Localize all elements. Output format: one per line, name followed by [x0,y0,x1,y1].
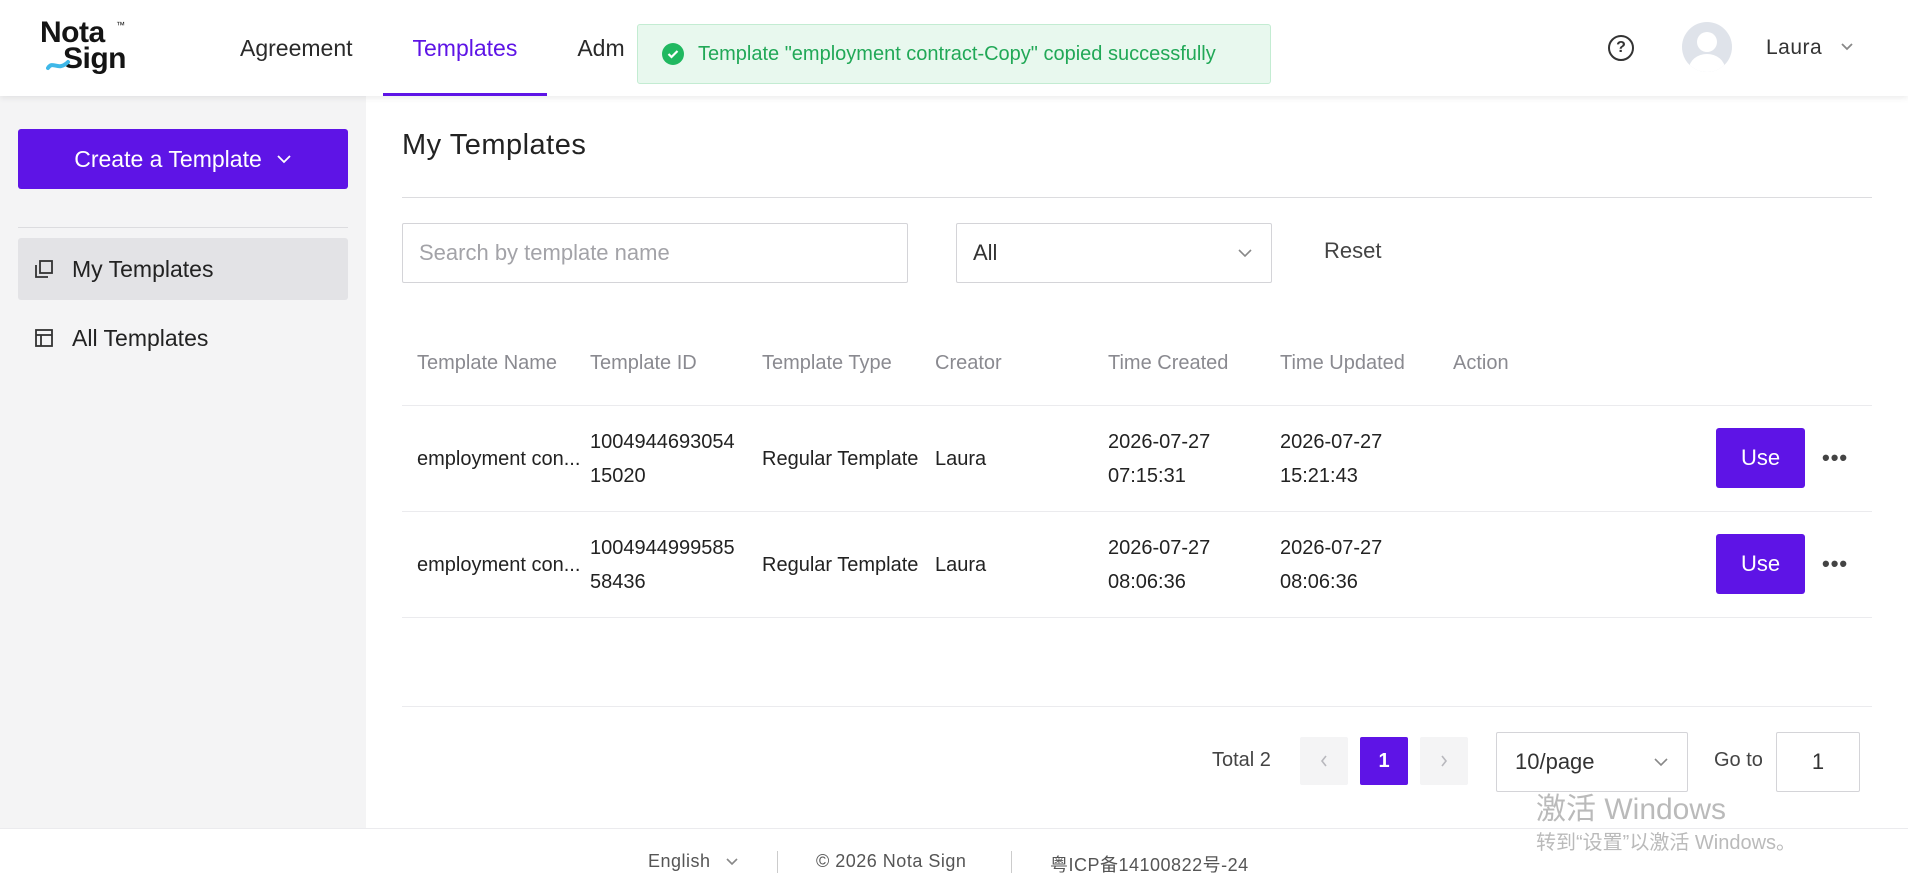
language-label: English [648,851,711,871]
toast-message: Template "employment contract-Copy" copi… [698,42,1216,65]
cell-time-created: 2026-07-27 07:15:31 [1108,425,1210,493]
template-id-line2: 58436 [590,571,646,593]
chevron-down-icon [277,155,291,164]
cell-template-name[interactable]: employment con... [417,548,580,582]
title-divider [402,197,1872,198]
use-button[interactable]: Use [1716,428,1805,488]
page-size-select[interactable]: 10/page [1496,732,1688,792]
avatar-head-shape [1697,32,1717,52]
check-circle-icon [662,43,684,65]
success-toast: Template "employment contract-Copy" copi… [637,24,1271,84]
chevron-right-icon [1441,755,1448,767]
logo-trademark: ™ [116,20,125,30]
updated-date: 2026-07-27 [1280,431,1383,453]
cell-template-type: Regular Template [762,448,919,470]
select-value: All [973,240,998,265]
chevron-down-icon[interactable] [1840,42,1854,52]
more-options-icon[interactable]: ••• [1822,447,1848,469]
more-options-icon[interactable]: ••• [1822,553,1848,575]
cell-creator: Laura [935,554,987,576]
footer-icp-link[interactable]: 粤ICP备14100822号-24 [1050,851,1249,877]
sidebar-item-label: My Templates [72,255,214,282]
cell-time-updated: 2026-07-27 15:21:43 [1280,425,1382,493]
created-time: 08:06:36 [1108,571,1186,593]
main-nav: Agreement Templates Adm [240,0,655,96]
col-time-created: Time Created [1108,352,1229,374]
pagination-next-button[interactable] [1420,737,1468,785]
cell-template-name[interactable]: employment con... [417,442,580,476]
chevron-down-icon [1238,249,1252,258]
windows-activation-watermark-subtitle: 转到“设置”以激活 Windows。 [1536,832,1797,854]
updated-time: 08:06:36 [1280,571,1358,593]
template-id-line1: 1004944693054 [590,431,735,453]
footer-separator [1011,851,1012,873]
cell-creator: Laura [935,448,987,470]
footer-separator [777,851,778,873]
cell-template-type: Regular Template [762,554,919,576]
reset-button[interactable]: Reset [1324,238,1381,264]
table-row: employment con... 1004944693054 15020 Re… [402,406,1872,512]
col-template-name: Template Name [417,352,558,374]
col-template-id: Template ID [590,352,697,374]
goto-label: Go to [1714,749,1763,771]
sidebar-item-label: All Templates [72,324,209,351]
nav-agreement[interactable]: Agreement [240,0,383,96]
logo-text-sign: Sign [63,42,127,75]
create-template-button[interactable]: Create a Template [18,129,348,189]
template-type-select[interactable]: All [956,223,1272,283]
layout-icon [35,329,53,347]
sidebar-item-my-templates[interactable]: My Templates [18,238,348,300]
language-selector[interactable]: English [648,851,739,872]
chevron-left-icon [1320,755,1327,767]
page-title: My Templates [402,129,587,161]
col-template-type: Template Type [762,352,892,374]
pagination-page-1[interactable]: 1 [1360,737,1408,785]
chevron-down-icon [725,858,738,866]
copy-icon [35,260,53,278]
template-id-line2: 15020 [590,465,646,487]
table-row: employment con... 1004944999585 58436 Re… [402,512,1872,618]
created-date: 2026-07-27 [1108,537,1211,559]
pagination-prev-button[interactable] [1300,737,1348,785]
footer-copyright: © 2026 Nota Sign [816,851,967,871]
created-time: 07:15:31 [1108,465,1186,487]
cell-time-created: 2026-07-27 08:06:36 [1108,531,1210,599]
cell-template-id: 1004944693054 15020 [590,425,735,493]
updated-date: 2026-07-27 [1280,537,1383,559]
avatar[interactable] [1682,22,1732,72]
table-header: Template Name Template ID Template Type … [402,326,1872,406]
col-creator: Creator [935,352,1002,374]
col-action: Action [1453,352,1509,374]
cell-time-updated: 2026-07-27 08:06:36 [1280,531,1382,599]
use-button[interactable]: Use [1716,534,1805,594]
template-id-line1: 1004944999585 [590,537,735,559]
create-template-label: Create a Template [74,145,262,172]
table-bottom-divider [402,706,1872,707]
search-input[interactable] [402,223,908,283]
chevron-down-icon [1654,758,1668,767]
sidebar-divider [18,227,348,228]
windows-activation-watermark-title: 激活 Windows [1536,793,1727,826]
sidebar: Create a Template My Templates All Templ… [0,96,366,828]
page-size-value: 10/page [1515,749,1595,774]
pagination-total: Total 2 [1212,749,1271,771]
sidebar-item-all-templates[interactable]: All Templates [18,307,348,369]
user-name[interactable]: Laura [1766,36,1822,60]
templates-table: Template Name Template ID Template Type … [402,326,1872,618]
created-date: 2026-07-27 [1108,431,1211,453]
col-time-updated: Time Updated [1280,352,1405,374]
logo-swoosh-icon [46,60,70,70]
nav-templates[interactable]: Templates [382,0,548,96]
cell-template-id: 1004944999585 58436 [590,531,735,599]
main-content: My Templates All Reset Template Name Tem… [366,96,1908,828]
help-icon[interactable]: ? [1608,35,1634,61]
goto-page-input[interactable] [1776,732,1860,792]
nota-sign-logo[interactable]: Nota ™ Sign [40,18,140,76]
updated-time: 15:21:43 [1280,465,1358,487]
avatar-body-shape [1689,54,1725,72]
